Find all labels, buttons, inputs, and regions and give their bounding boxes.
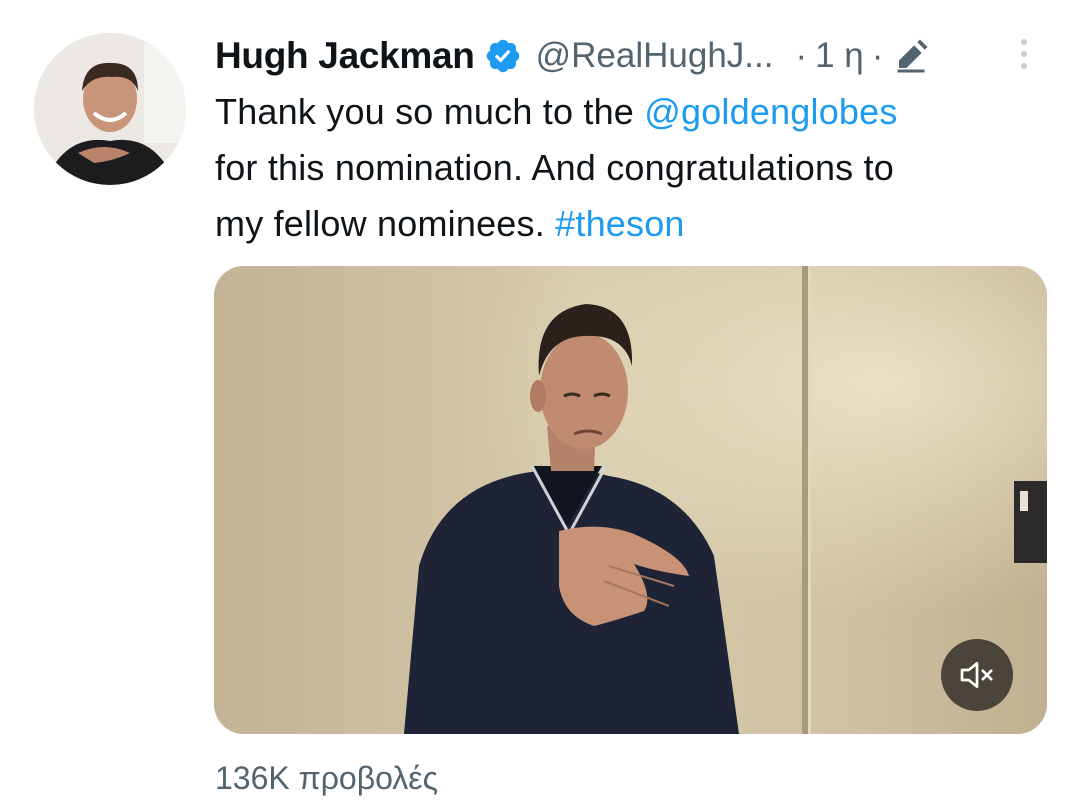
volume-muted-icon [960, 662, 993, 688]
verified-badge-icon [484, 37, 522, 75]
tweet-header: Hugh Jackman @RealHughJ... · 1 η · [215, 32, 1045, 80]
tweet-text-line: my fellow nominees. #theson [215, 196, 1055, 252]
tweet-timestamp[interactable]: 1 η [815, 36, 864, 76]
video-player[interactable] [214, 266, 1047, 734]
tweet-text: Thank you so much to the [215, 91, 645, 132]
separator-dot: · [795, 36, 808, 75]
hashtag-link[interactable]: #theson [555, 203, 685, 244]
author-handle[interactable]: @RealHughJ... [536, 36, 774, 76]
edit-pencil-icon[interactable] [893, 38, 929, 74]
tweet-text: my fellow nominees. [215, 203, 556, 244]
tweet-body: Thank you so much to the @goldenglobes f… [215, 84, 1055, 252]
more-vertical-icon[interactable] [1012, 36, 1036, 72]
video-frame [214, 266, 1047, 734]
mention-link[interactable]: @goldenglobes [644, 91, 897, 132]
tweet-text-line: for this nomination. And congratulations… [215, 140, 1055, 196]
tweet-text-line: Thank you so much to the @goldenglobes [215, 84, 1055, 140]
tweet-text: for this nomination. And congratulations… [215, 147, 895, 188]
mute-toggle-button[interactable] [941, 639, 1013, 711]
separator-dot: · [871, 36, 884, 75]
author-avatar[interactable] [34, 33, 186, 185]
view-count: 136K προβολές [215, 760, 438, 796]
avatar-photo [34, 33, 186, 185]
author-name[interactable]: Hugh Jackman [215, 35, 475, 77]
